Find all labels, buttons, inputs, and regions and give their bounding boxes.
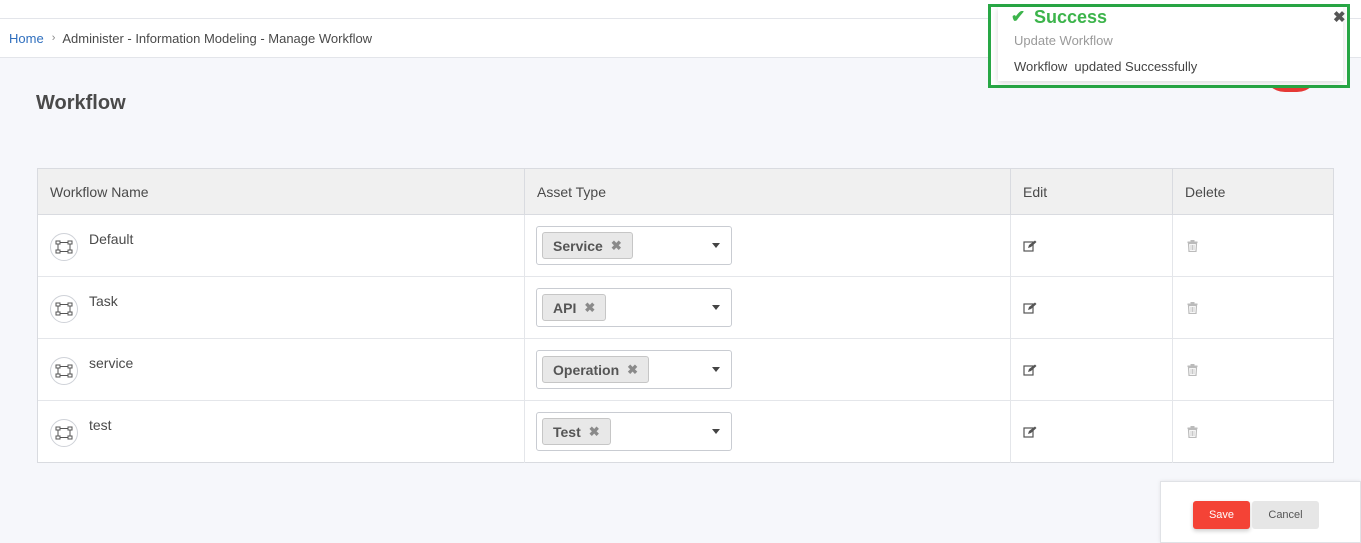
edit-icon[interactable]: [1023, 239, 1037, 257]
workflow-name: Default: [89, 231, 134, 247]
trash-icon[interactable]: [1187, 239, 1198, 257]
trash-icon[interactable]: [1187, 425, 1198, 443]
workflow-name: Task: [89, 293, 118, 309]
toast-title: Success: [1034, 7, 1108, 27]
table-row: test Test ✖: [38, 401, 1333, 463]
asset-type-select[interactable]: Test ✖: [536, 412, 732, 451]
asset-type-tag-label: API: [553, 299, 577, 316]
workflow-icon: [50, 419, 78, 447]
breadcrumb-home-link[interactable]: Home: [9, 31, 44, 46]
column-header-delete: Delete: [1185, 183, 1226, 200]
table-row: Default Service ✖: [38, 215, 1333, 277]
asset-type-tag: API ✖: [542, 294, 607, 321]
workflow-name: test: [89, 417, 112, 433]
cancel-button[interactable]: Cancel: [1252, 501, 1319, 529]
chevron-down-icon[interactable]: [712, 243, 720, 248]
tag-remove-icon[interactable]: ✖: [611, 238, 622, 254]
column-header-asset-type: Asset Type: [525, 169, 1011, 214]
action-bar: Save Cancel: [1160, 481, 1361, 543]
column-header-edit: Edit: [1011, 169, 1173, 214]
delete-cell: [1173, 339, 1333, 400]
trash-icon[interactable]: [1187, 363, 1198, 381]
edit-icon[interactable]: [1023, 363, 1037, 381]
asset-type-tag-label: Operation: [553, 361, 620, 378]
page-title: Workflow: [36, 92, 126, 114]
asset-type-select[interactable]: Service ✖: [536, 226, 732, 265]
success-toast: ✔ Success ✖ Update Workflow Workflow upd…: [998, 7, 1346, 81]
save-button[interactable]: Save: [1193, 501, 1250, 529]
edit-cell: [1011, 215, 1173, 276]
workflow-name: service: [89, 355, 134, 371]
chevron-down-icon[interactable]: [712, 429, 720, 434]
edit-icon[interactable]: [1023, 301, 1037, 319]
edit-cell: [1011, 339, 1173, 400]
close-icon[interactable]: ✖: [1333, 8, 1346, 26]
edit-cell: [1011, 401, 1173, 463]
table-row: service Operation ✖: [38, 339, 1333, 401]
workflow-table: Workflow Name Asset Type Edit Delete Def…: [37, 168, 1334, 463]
asset-type-select[interactable]: Operation ✖: [536, 350, 732, 389]
workflow-icon: [50, 357, 78, 385]
workflow-name-cell: Default: [38, 215, 525, 276]
asset-type-tag: Service ✖: [542, 232, 633, 259]
toast-message: Workflow updated Successfully: [1014, 59, 1198, 74]
edit-icon[interactable]: [1023, 425, 1037, 443]
toast-subtitle: Update Workflow: [1014, 33, 1113, 48]
asset-type-cell: Service ✖: [525, 215, 1011, 276]
tag-remove-icon[interactable]: ✖: [627, 362, 638, 378]
asset-type-cell: Operation ✖: [525, 339, 1011, 400]
asset-type-tag-label: Test: [553, 423, 581, 440]
delete-cell: [1173, 277, 1333, 338]
asset-type-tag: Test ✖: [542, 418, 611, 445]
check-icon: ✔: [1011, 7, 1026, 26]
table-header-row: Workflow Name Asset Type Edit Delete: [38, 169, 1333, 215]
breadcrumb-separator-icon: ›: [51, 32, 56, 44]
workflow-name-cell: Task: [38, 277, 525, 338]
asset-type-tag: Operation ✖: [542, 356, 650, 383]
chevron-down-icon[interactable]: [712, 305, 720, 310]
column-header-workflow-name: Workflow Name: [38, 169, 525, 214]
chevron-down-icon[interactable]: [712, 367, 720, 372]
delete-cell: [1173, 215, 1333, 276]
asset-type-tag-label: Service: [553, 237, 603, 254]
workflow-name-cell: service: [38, 339, 525, 400]
edit-cell: [1011, 277, 1173, 338]
success-toast-highlight: ✔ Success ✖ Update Workflow Workflow upd…: [988, 4, 1350, 88]
asset-type-cell: API ✖: [525, 277, 1011, 338]
workflow-icon: [50, 233, 78, 261]
table-row: Task API ✖: [38, 277, 1333, 339]
delete-cell: [1173, 401, 1333, 463]
trash-icon[interactable]: [1187, 301, 1198, 319]
workflow-name-cell: test: [38, 401, 525, 463]
workflow-icon: [50, 295, 78, 323]
breadcrumb-current: Administer - Information Modeling - Mana…: [62, 30, 373, 46]
asset-type-cell: Test ✖: [525, 401, 1011, 463]
asset-type-select[interactable]: API ✖: [536, 288, 732, 327]
tag-remove-icon[interactable]: ✖: [584, 300, 595, 316]
tag-remove-icon[interactable]: ✖: [589, 424, 600, 440]
